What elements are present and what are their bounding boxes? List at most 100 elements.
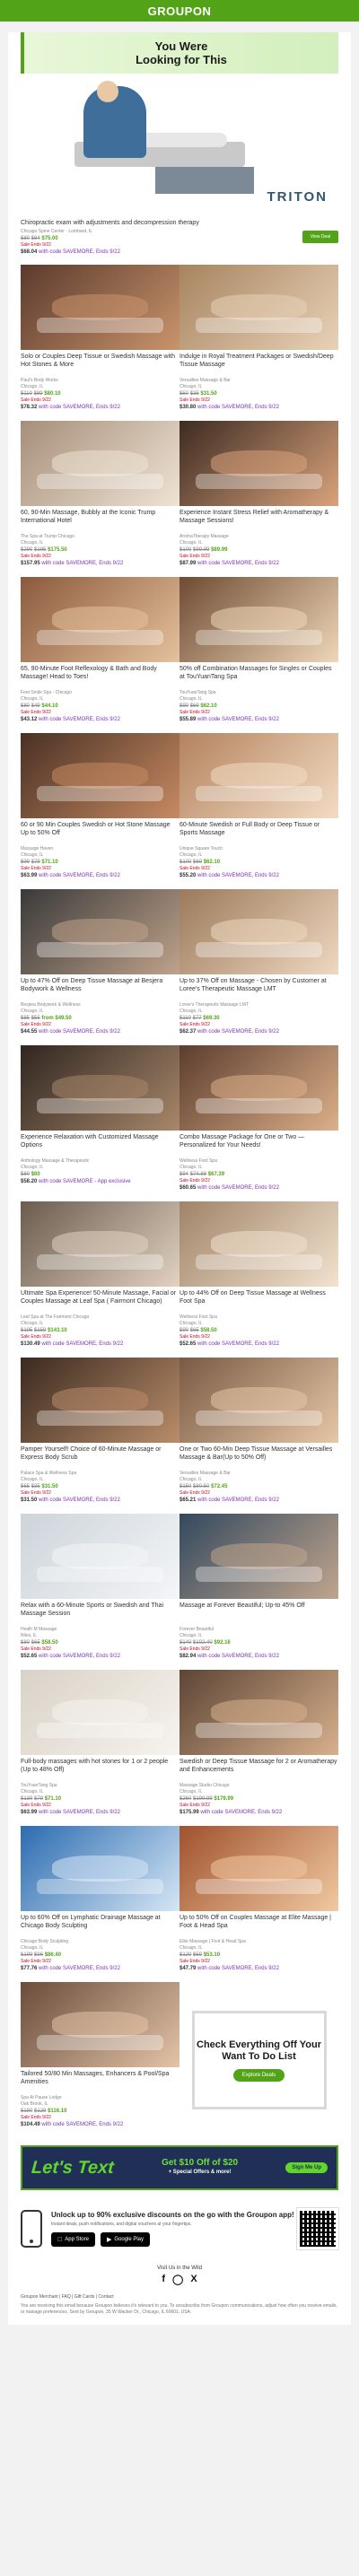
deal-title[interactable]: 60, 90-Min Massage, Bubbly at the Iconic… bbox=[21, 509, 180, 533]
text-signup-banner[interactable]: Let's Text Get $10 Off of $20 + Special … bbox=[21, 2145, 338, 2190]
deal-meta: Massage Studio Chicago Chicago, IL $260 $1… bbox=[180, 1783, 338, 1816]
deal-card[interactable]: Massage at Forever Beautiful; Up-to 45% … bbox=[180, 1514, 338, 1670]
deal-image[interactable] bbox=[21, 577, 180, 662]
deal-location: Chicago, IL bbox=[21, 1321, 44, 1326]
deal-image[interactable] bbox=[21, 889, 180, 974]
deal-title[interactable]: Pamper Yourself! Choice of 60-Minute Mas… bbox=[21, 1445, 180, 1470]
deal-card[interactable]: Combo Massage Package for One or Two —Pe… bbox=[180, 1045, 338, 1201]
deal-image[interactable] bbox=[180, 577, 338, 662]
deal-image[interactable] bbox=[180, 1358, 338, 1443]
footer-links[interactable]: Groupon Merchant | FAQ | Gift Cards | Co… bbox=[21, 2294, 338, 2301]
deal-card[interactable]: Experience Instant Stress Relief with Ar… bbox=[180, 421, 338, 577]
deal-title[interactable]: Up to 47% Off on Deep Tissue Massage at … bbox=[21, 977, 180, 1001]
x-icon[interactable]: X bbox=[190, 2274, 197, 2285]
hero-line-1: You Were bbox=[154, 39, 208, 53]
deal-title[interactable]: Up to 44% Off on Deep Tissue Massage at … bbox=[180, 1289, 338, 1314]
deal-image[interactable] bbox=[180, 733, 338, 818]
app-store-button[interactable]:  App Store bbox=[51, 2232, 95, 2247]
deal-card[interactable]: Ultimate Spa Experience! 50-Minute Massa… bbox=[21, 1201, 180, 1358]
deal-title[interactable]: 60-Minute Swedish or Full Body or Deep T… bbox=[180, 821, 338, 845]
deal-card[interactable]: Experience Relaxation with Customized Ma… bbox=[21, 1045, 180, 1201]
deal-image[interactable] bbox=[180, 1045, 338, 1131]
deal-sale-ends: Sale Ends 9/22 bbox=[180, 1490, 210, 1496]
deal-image[interactable] bbox=[21, 733, 180, 818]
deal-card[interactable]: Tailored 50/80 Min Massages, Enhancers &… bbox=[21, 1982, 180, 2138]
deal-card[interactable]: Pamper Yourself! Choice of 60-Minute Mas… bbox=[21, 1358, 180, 1514]
deal-image[interactable] bbox=[21, 1514, 180, 1599]
deal-title[interactable]: Up to 37% Off on Massage - Chosen by Cus… bbox=[180, 977, 338, 1001]
deal-card[interactable]: 60, 90-Min Massage, Bubbly at the Iconic… bbox=[21, 421, 180, 577]
deal-image[interactable] bbox=[21, 1045, 180, 1131]
instagram-icon[interactable]: ◯ bbox=[172, 2274, 183, 2285]
deal-image[interactable] bbox=[180, 1514, 338, 1599]
deal-card[interactable]: Relax with a 60-Minute Sports or Swedish… bbox=[21, 1514, 180, 1670]
deal-card[interactable]: Up to 44% Off on Deep Tissue Massage at … bbox=[180, 1201, 338, 1358]
deal-card[interactable]: Indulge in Royal Treatment Packages or S… bbox=[180, 265, 338, 421]
deal-image-subject bbox=[52, 1543, 148, 1569]
deal-image[interactable] bbox=[21, 1670, 180, 1755]
qr-code-icon[interactable] bbox=[296, 2207, 339, 2250]
deal-card[interactable]: Up to 47% Off on Deep Tissue Massage at … bbox=[21, 889, 180, 1045]
deal-meta: Loree's Therapeutic Massage LMT Chicago, … bbox=[180, 1002, 338, 1035]
deal-card[interactable]: Up to 37% Off on Massage - Chosen by Cus… bbox=[180, 889, 338, 1045]
deal-image[interactable] bbox=[21, 421, 180, 506]
deal-image-towel bbox=[36, 317, 164, 333]
deal-orig-price: $199 bbox=[21, 1952, 33, 1958]
deal-image[interactable] bbox=[180, 1201, 338, 1287]
deal-image[interactable] bbox=[21, 1982, 180, 2067]
explore-deals-button[interactable]: Explore Deals bbox=[232, 2068, 285, 2082]
app-store-label: App Store bbox=[60, 2237, 89, 2242]
deal-card[interactable]: One or Two 60-Min Deep Tissue Massage at… bbox=[180, 1358, 338, 1514]
deal-image[interactable] bbox=[21, 265, 180, 350]
deal-title[interactable]: Ultimate Spa Experience! 50-Minute Massa… bbox=[21, 1289, 180, 1314]
deal-sale-price: $60 bbox=[31, 1172, 40, 1177]
deal-title[interactable]: 50% off Combination Massages for Singles… bbox=[180, 665, 338, 689]
deal-title[interactable]: Indulge in Royal Treatment Packages or S… bbox=[180, 353, 338, 377]
facebook-icon[interactable]: f bbox=[162, 2274, 165, 2285]
deal-card[interactable]: Up to 60% Off on Lymphatic Drainage Mass… bbox=[21, 1826, 180, 1982]
deal-image[interactable] bbox=[21, 1826, 180, 1911]
deal-final-price: $44.55 bbox=[21, 1029, 38, 1035]
deal-title[interactable]: 60 or 90 Min Couples Swedish or Hot Ston… bbox=[21, 821, 180, 845]
deal-image[interactable] bbox=[180, 1670, 338, 1755]
deal-image[interactable] bbox=[180, 421, 338, 506]
deal-title[interactable]: One or Two 60-Min Deep Tissue Massage at… bbox=[180, 1445, 338, 1470]
deal-final-price-line: $63.99 with code SAVEMORE, Ends 9/22 bbox=[21, 1809, 180, 1816]
deal-title[interactable]: Up to 60% Off on Lymphatic Drainage Mass… bbox=[21, 1914, 180, 1938]
hero-deal-image[interactable]: TRITON bbox=[21, 79, 338, 214]
deal-card[interactable]: 65, 90-Minute Foot Reflexology & Bath an… bbox=[21, 577, 180, 733]
deal-card[interactable]: Swedish or Deep Tissue Massage for 2 or … bbox=[180, 1670, 338, 1826]
deal-title[interactable]: Relax with a 60-Minute Sports or Swedish… bbox=[21, 1602, 180, 1626]
view-deal-button[interactable]: View Deal bbox=[302, 231, 338, 243]
deal-title[interactable]: 65, 90-Minute Foot Reflexology & Bath an… bbox=[21, 665, 180, 689]
deal-title[interactable]: Up to 50% Off on Couples Massage at Elit… bbox=[180, 1914, 338, 1938]
groupon-logo[interactable]: GROUPON bbox=[148, 4, 212, 18]
deal-card[interactable]: Up to 50% Off on Couples Massage at Elit… bbox=[180, 1826, 338, 1982]
deal-card[interactable]: Full-body massages with hot stones for 1… bbox=[21, 1670, 180, 1826]
deal-sale-ends: Sale Ends 9/22 bbox=[21, 2115, 51, 2120]
deal-card[interactable]: 60 or 90 Min Couples Swedish or Hot Ston… bbox=[21, 733, 180, 889]
deal-final-price-line: $58.20 with code SAVEMORE - App exclusiv… bbox=[21, 1178, 180, 1185]
deal-title[interactable]: Swedish or Deep Tissue Massage for 2 or … bbox=[180, 1758, 338, 1782]
deal-title[interactable]: Tailored 50/80 Min Massages, Enhancers &… bbox=[21, 2070, 180, 2094]
deal-sale-ends: Sale Ends 9/22 bbox=[180, 1334, 210, 1340]
deal-title[interactable]: Experience Instant Stress Relief with Ar… bbox=[180, 509, 338, 533]
deal-image[interactable] bbox=[180, 889, 338, 974]
deal-image[interactable] bbox=[180, 265, 338, 350]
google-play-button[interactable]: ▶ Google Play bbox=[100, 2232, 151, 2247]
hero-final-price: $68.04 bbox=[21, 249, 38, 255]
deal-image[interactable] bbox=[21, 1201, 180, 1287]
deal-card[interactable]: Solo or Couples Deep Tissue or Swedish M… bbox=[21, 265, 180, 421]
deal-title[interactable]: Massage at Forever Beautiful; Up-to 45% … bbox=[180, 1602, 338, 1626]
deal-image[interactable] bbox=[21, 1358, 180, 1443]
todo-promo-tile[interactable]: Check Everything Off Your Want To Do Lis… bbox=[180, 1982, 338, 2138]
deal-image[interactable] bbox=[180, 1826, 338, 1911]
deal-title[interactable]: Solo or Couples Deep Tissue or Swedish M… bbox=[21, 353, 180, 377]
sign-me-up-button[interactable]: Sign Me Up bbox=[285, 2162, 328, 2173]
deal-card[interactable]: 50% off Combination Massages for Singles… bbox=[180, 577, 338, 733]
deal-title[interactable]: Experience Relaxation with Customized Ma… bbox=[21, 1133, 180, 1157]
deal-title[interactable]: Full-body massages with hot stones for 1… bbox=[21, 1758, 180, 1782]
deal-title[interactable]: Combo Massage Package for One or Two —Pe… bbox=[180, 1133, 338, 1157]
deal-card[interactable]: 60-Minute Swedish or Full Body or Deep T… bbox=[180, 733, 338, 889]
hero-deal-title[interactable]: Chiropractic exam with adjustments and d… bbox=[21, 219, 338, 227]
